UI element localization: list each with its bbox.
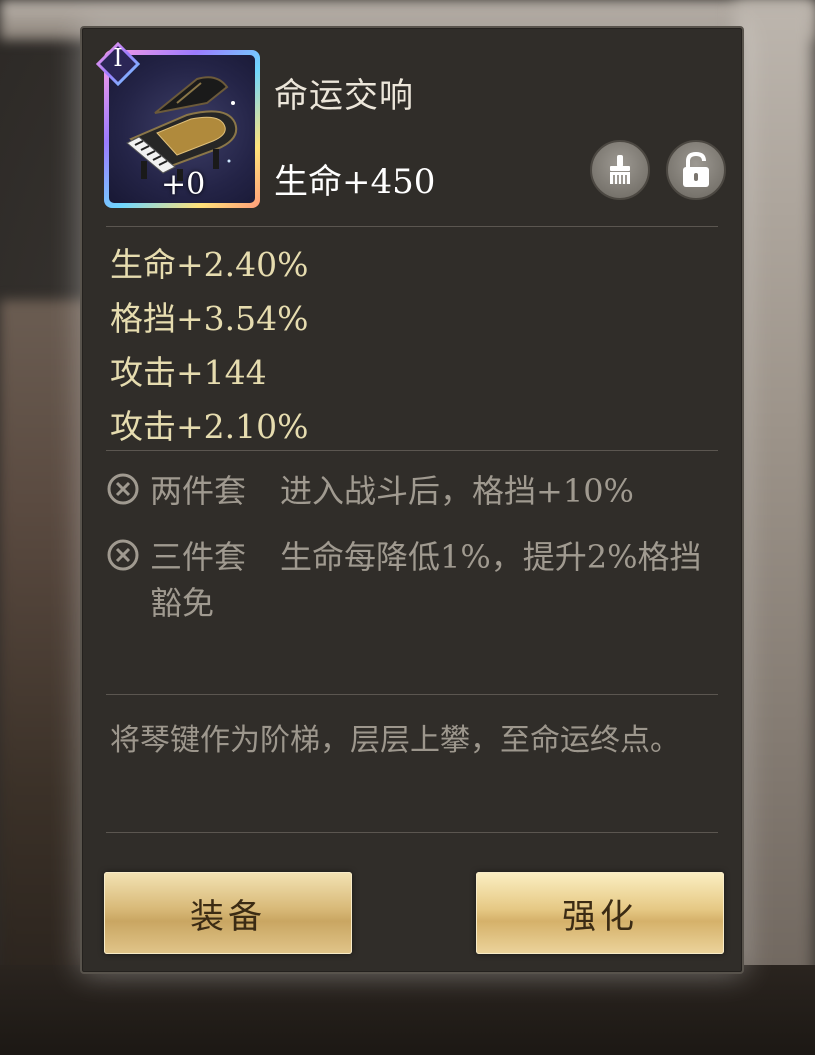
item-detail-panel: +0 I 命运交响 生命+450 生命+2.40% 格挡+3.54% 攻击+14… [80,26,744,974]
divider [106,694,718,695]
clean-button[interactable] [590,140,650,200]
sub-stat: 攻击+144 [110,353,267,392]
item-icon-frame: +0 I [95,41,260,208]
sub-stat: 格挡+3.54% [110,299,309,338]
inactive-x-icon [107,473,139,505]
set-bonus-3: 三件套 生命每降低1%，提升2%格挡豁免 [106,534,730,626]
unlock-icon [683,151,709,187]
upgrade-button[interactable]: 强化 [476,872,724,954]
set-bonus-name: 两件套 [150,472,247,510]
inactive-x-icon [107,539,139,571]
brush-icon [610,155,630,184]
divider [106,450,718,451]
equip-button[interactable]: 装备 [104,872,352,954]
set-bonus-effect: 进入战斗后，格挡+10% [280,472,634,510]
item-level-label: +0 [161,167,206,202]
flavor-text: 将琴键作为阶梯，层层上攀，至命运终点。 [110,723,680,758]
divider [106,832,718,833]
main-stat: 生命+450 [274,162,436,202]
divider [106,226,718,227]
sub-stat: 攻击+2.10% [110,407,309,446]
sub-stat: 生命+2.40% [110,245,309,284]
set-bonus-text: 三件套 生命每降低1%，提升2%格挡豁免 [150,534,730,626]
lock-button[interactable] [666,140,726,200]
background-right [735,0,815,1055]
background-bottom [0,965,815,1055]
set-bonus-text: 两件套 进入战斗后，格挡+10% [150,468,730,514]
set-bonus-2: 两件套 进入战斗后，格挡+10% [106,468,730,514]
tier-label: I [113,44,123,72]
background-left [0,300,90,1000]
tier-badge: I [95,41,141,87]
sub-stats-list: 生命+2.40% 格挡+3.54% 攻击+144 攻击+2.10% [110,238,308,454]
item-name: 命运交响 [274,76,414,116]
set-bonus-name: 三件套 [150,538,247,576]
